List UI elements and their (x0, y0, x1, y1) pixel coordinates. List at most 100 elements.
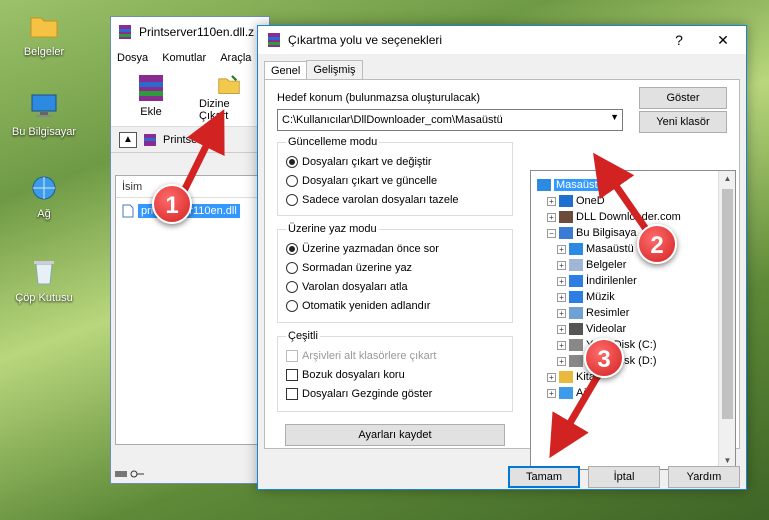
tree-item[interactable]: + DLL Downloader.com (547, 209, 681, 225)
tree-item-label: Masaüstü (554, 179, 606, 191)
computer-icon (31, 94, 57, 117)
winrar-address-bar: ▲ Printserver1 (111, 127, 269, 153)
expand-toggle-icon[interactable]: + (557, 292, 566, 302)
radio-overwrite-without-prompt[interactable]: Sormadan üzerine yaz (286, 258, 504, 277)
desktop-icon-label: Ağ (37, 208, 51, 220)
tab-general[interactable]: Genel (264, 61, 308, 80)
file-row[interactable]: printserver110en.dll (122, 204, 268, 218)
desktop-icon-label: Bu Bilgisayar (11, 126, 77, 138)
expand-toggle-icon[interactable]: + (547, 212, 556, 222)
help-button[interactable]: Yardım (668, 466, 740, 488)
radio-skip-existing[interactable]: Varolan dosyaları atla (286, 277, 504, 296)
option-label: Dosyaları çıkart ve güncelle (302, 174, 438, 187)
winrar-statusbar (115, 469, 145, 479)
radio-button[interactable] (286, 299, 298, 312)
tree-item[interactable]: Masaüstü (537, 177, 606, 193)
expand-toggle-icon[interactable]: + (547, 388, 556, 398)
folder-tree[interactable]: Masaüstü + OneD + DLL Downloader.com − Bu Bilg… (530, 170, 736, 470)
chevron-down-icon[interactable]: ▼ (610, 112, 619, 122)
menu-file[interactable]: Dosya (117, 52, 148, 64)
radio-button[interactable] (286, 242, 298, 255)
cancel-button[interactable]: İptal (588, 466, 660, 488)
radio-extract-replace[interactable]: Dosyaları çıkart ve değiştir (286, 152, 504, 171)
menu-commands[interactable]: Komutlar (162, 52, 206, 64)
expand-toggle-icon[interactable]: + (557, 260, 566, 270)
tree-item[interactable]: + OneD (547, 193, 605, 209)
tree-item[interactable]: + Belgeler (557, 257, 626, 273)
save-settings-button[interactable]: Ayarları kaydet (285, 424, 505, 446)
close-button[interactable]: ✕ (706, 26, 740, 54)
up-folder-button[interactable]: ▲ (119, 131, 137, 148)
checkbox-keep-broken-files[interactable]: Bozuk dosyaları koru (286, 365, 504, 384)
step-marker-3: 3 (584, 338, 624, 378)
tree-item-label: DLL Downloader.com (576, 211, 681, 223)
radio-extract-update[interactable]: Dosyaları çıkart ve güncelle (286, 171, 504, 190)
radio-button[interactable] (286, 155, 298, 168)
expand-toggle-icon[interactable]: + (557, 324, 566, 334)
tree-item[interactable]: − Bu Bilgisaya (547, 225, 637, 241)
winrar-window: Printserver110en.dll.z Dosya Komutlar Ar… (110, 16, 270, 484)
destination-path-combo[interactable]: C:\Kullanıcılar\DllDownloader_com\Masaüs… (277, 109, 623, 131)
radio-freshen-existing[interactable]: Sadece varolan dosyaları tazele (286, 190, 504, 209)
winrar-icon (119, 25, 131, 39)
misc-legend: Çeşitli (288, 330, 318, 342)
extract-to-button[interactable]: Dizine Çıkart (199, 73, 259, 122)
ok-button[interactable]: Tamam (508, 466, 580, 488)
folder-icon (30, 17, 58, 38)
dialog-titlebar[interactable]: Çıkartma yolu ve seçenekleri ? ✕ (258, 26, 746, 54)
radio-button[interactable] (286, 174, 298, 187)
tree-item[interactable]: + Ağ (547, 385, 589, 401)
tree-item-label: Belgeler (586, 259, 627, 271)
winrar-titlebar[interactable]: Printserver110en.dll.z (111, 17, 269, 47)
dialog-title: Çıkartma yolu ve seçenekleri (288, 33, 443, 47)
scroll-up-icon[interactable]: ▲ (719, 171, 735, 187)
menu-tools[interactable]: Araçla (220, 52, 251, 64)
tree-item[interactable]: + Masaüstü (557, 241, 634, 257)
option-label: Otomatik yeniden adlandır (302, 299, 431, 312)
desktop-icon-network[interactable]: Ağ (6, 172, 82, 220)
radio-rename-automatically[interactable]: Otomatik yeniden adlandır (286, 296, 504, 315)
winrar-menubar: Dosya Komutlar Araçla (111, 47, 269, 69)
column-name-header[interactable]: İsim (116, 176, 268, 198)
tree-item[interactable]: + Müzik (557, 289, 615, 305)
expand-toggle-icon[interactable]: + (557, 244, 566, 254)
pictures-icon (569, 307, 583, 319)
add-button[interactable]: Ekle (121, 73, 181, 122)
tree-scrollbar[interactable]: ▲ ▼ (718, 171, 735, 469)
tree-item[interactable]: + İndirilenler (557, 273, 637, 289)
checkbox (286, 349, 298, 362)
scrollbar-thumb[interactable] (722, 189, 733, 419)
checkbox[interactable] (286, 368, 298, 381)
radio-ask-before-overwrite[interactable]: Üzerine yazmadan önce sor (286, 239, 504, 258)
radio-button[interactable] (286, 193, 298, 206)
desktop-icon-label: Çöp Kutusu (15, 292, 73, 304)
option-label: Dosyaları Gezginde göster (302, 387, 433, 400)
radio-button[interactable] (286, 261, 298, 274)
expand-toggle-icon[interactable]: + (557, 340, 566, 350)
desktop-icon-documents[interactable]: Belgeler (6, 10, 82, 58)
radio-button[interactable] (286, 280, 298, 293)
checkbox-show-in-explorer[interactable]: Dosyaları Gezginde göster (286, 384, 504, 403)
expand-toggle-icon[interactable]: + (557, 276, 566, 286)
tree-item[interactable]: + Resimler (557, 305, 629, 321)
expand-toggle-icon[interactable]: + (547, 196, 556, 206)
help-title-button[interactable]: ? (662, 26, 696, 54)
archive-icon (144, 133, 156, 146)
library-icon (559, 371, 573, 383)
option-label: Bozuk dosyaları koru (302, 368, 405, 381)
expand-toggle-icon[interactable]: + (557, 356, 566, 366)
desktop-icon-this-pc[interactable]: Bu Bilgisayar (6, 90, 82, 138)
tree-item-label: Masaüstü (586, 243, 634, 255)
expand-toggle-icon[interactable]: − (547, 228, 556, 238)
address-path: Printserver1 (163, 133, 223, 146)
new-folder-button[interactable]: Yeni klasör (639, 111, 727, 133)
show-button[interactable]: Göster (639, 87, 727, 109)
disk-icon (569, 339, 583, 351)
tree-item[interactable]: + Videolar (557, 321, 626, 337)
destination-path-value: C:\Kullanıcılar\DllDownloader_com\Masaüs… (282, 114, 503, 126)
checkbox[interactable] (286, 387, 298, 400)
expand-toggle-icon[interactable]: + (557, 308, 566, 318)
desktop-icon-recycle-bin[interactable]: Çöp Kutusu (6, 256, 82, 304)
expand-toggle-icon[interactable]: + (547, 372, 556, 382)
tab-advanced[interactable]: Gelişmiş (306, 60, 363, 79)
